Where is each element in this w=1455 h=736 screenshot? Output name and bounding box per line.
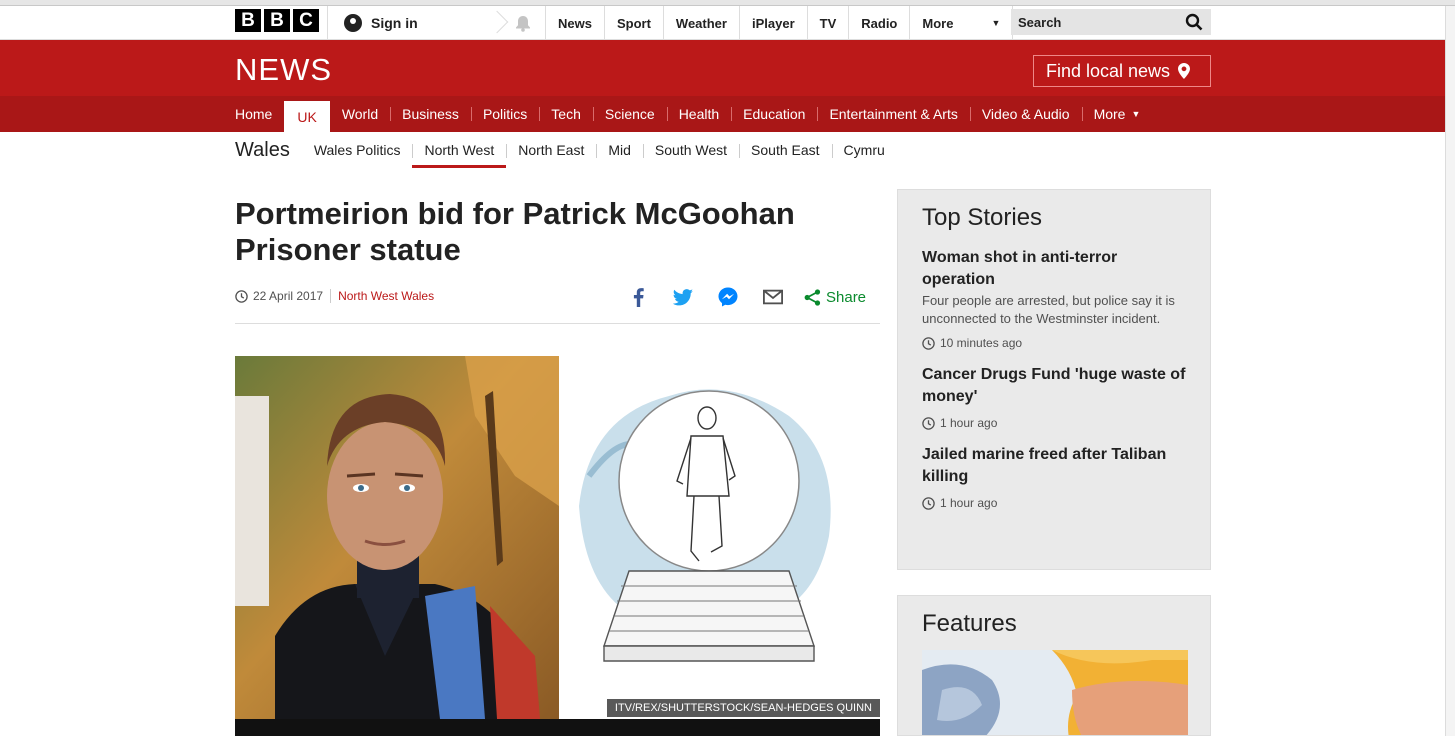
- top-stories-title: Top Stories: [922, 204, 1043, 231]
- nav-education[interactable]: Education: [731, 96, 817, 132]
- clock-icon: [235, 289, 248, 303]
- find-local-news-label: Find local news: [1046, 60, 1171, 81]
- nav-tech[interactable]: Tech: [539, 96, 593, 132]
- twitter-icon: [673, 288, 693, 305]
- share-tools: Share: [628, 286, 866, 308]
- subnav-north-east[interactable]: North East: [506, 132, 596, 168]
- image-credit: ITV/REX/SHUTTERSTOCK/SEAN-HEDGES QUINN: [606, 699, 880, 717]
- nav-business[interactable]: Business: [390, 96, 471, 132]
- search-placeholder: Search: [1018, 14, 1062, 30]
- nav-more[interactable]: More ▼: [1081, 96, 1153, 132]
- browser-scrollbar[interactable]: [1445, 6, 1455, 736]
- top-story-item[interactable]: Cancer Drugs Fund 'huge waste of money' …: [922, 364, 1186, 430]
- email-share-button[interactable]: [763, 287, 783, 307]
- caret-down-icon: ▼: [1131, 109, 1141, 119]
- global-nav-more-label: More: [922, 15, 954, 31]
- facebook-share-button[interactable]: [628, 287, 648, 307]
- story-summary: Four people are arrested, but police say…: [922, 293, 1175, 326]
- search-input[interactable]: Search: [1011, 9, 1211, 35]
- meta-rule: [235, 323, 880, 324]
- nav-health[interactable]: Health: [666, 96, 731, 132]
- story-timestamp: 10 minutes ago: [922, 336, 1186, 350]
- messenger-icon: [718, 287, 738, 307]
- section-title[interactable]: Wales: [235, 139, 290, 162]
- subnav-north-west[interactable]: North West: [412, 132, 506, 168]
- nav-more-label: More: [1093, 106, 1126, 122]
- story-time: 1 hour ago: [940, 416, 998, 430]
- bbc-logo[interactable]: B B C: [235, 9, 319, 32]
- global-nav-news[interactable]: News: [545, 6, 604, 40]
- nav-home[interactable]: Home: [235, 96, 284, 132]
- global-nav-tv[interactable]: TV: [806, 6, 849, 40]
- global-bar: B B C Sign in News Sport Weather iPlayer…: [0, 6, 1445, 40]
- subnav-cymru[interactable]: Cymru: [831, 132, 897, 168]
- sign-in-button[interactable]: Sign in: [327, 6, 509, 40]
- story-time: 10 minutes ago: [940, 336, 1023, 350]
- meta-divider: [330, 289, 332, 303]
- bbc-logo-letter: B: [235, 9, 261, 32]
- caret-down-icon: ▼: [991, 18, 1001, 28]
- search-icon[interactable]: [1185, 13, 1203, 31]
- share-icon: [804, 288, 821, 306]
- mcgoohan-photo: [235, 356, 559, 719]
- primary-nav: Home UK World Business Politics Tech Sci…: [0, 96, 1445, 132]
- nav-politics[interactable]: Politics: [470, 96, 539, 132]
- story-timestamp: 1 hour ago: [922, 416, 1186, 430]
- article-meta: 22 April 2017 North West Wales: [235, 289, 434, 303]
- subnav-south-east[interactable]: South East: [739, 132, 832, 168]
- bbc-logo-letter: C: [293, 9, 319, 32]
- story-time: 1 hour ago: [940, 496, 998, 510]
- news-masthead: NEWS Find local news: [0, 40, 1445, 96]
- article-headline: Portmeirion bid for Patrick McGoohan Pri…: [235, 196, 795, 267]
- news-logo[interactable]: NEWS: [235, 52, 332, 88]
- email-icon: [763, 289, 783, 305]
- global-nav-sport[interactable]: Sport: [603, 6, 663, 40]
- notifications-button[interactable]: [500, 6, 545, 40]
- feature-thumbnail[interactable]: [922, 650, 1188, 735]
- global-nav-weather[interactable]: Weather: [662, 6, 739, 40]
- statue-sketch: [559, 356, 880, 719]
- story-title[interactable]: Cancer Drugs Fund 'huge waste of money': [922, 364, 1186, 408]
- global-nav-iplayer[interactable]: iPlayer: [738, 6, 807, 40]
- avatar-icon: [344, 14, 362, 32]
- story-title[interactable]: Jailed marine freed after Taliban killin…: [922, 444, 1186, 488]
- top-story-item[interactable]: Jailed marine freed after Taliban killin…: [922, 444, 1186, 510]
- subnav-south-west[interactable]: South West: [642, 132, 739, 168]
- article-hero-image[interactable]: ITV/REX/SHUTTERSTOCK/SEAN-HEDGES QUINN: [235, 356, 880, 736]
- nav-entertainment-arts[interactable]: Entertainment & Arts: [817, 96, 969, 132]
- sign-in-label: Sign in: [371, 15, 418, 31]
- messenger-share-button[interactable]: [718, 287, 738, 307]
- nav-uk[interactable]: UK: [284, 101, 330, 132]
- clock-icon: [922, 496, 935, 510]
- top-story-item[interactable]: Woman shot in anti-terror operation Four…: [922, 247, 1186, 350]
- share-label: Share: [826, 288, 867, 306]
- top-stories-panel: Top Stories Woman shot in anti-terror op…: [897, 189, 1211, 570]
- subnav-mid[interactable]: Mid: [596, 132, 643, 168]
- global-nav-radio[interactable]: Radio: [848, 6, 909, 40]
- article-date: 22 April 2017: [253, 289, 324, 303]
- share-button[interactable]: Share: [804, 289, 866, 306]
- nav-science[interactable]: Science: [592, 96, 667, 132]
- story-title[interactable]: Woman shot in anti-terror operation: [922, 247, 1186, 291]
- secondary-nav: Wales Wales Politics North West North Ea…: [235, 132, 897, 168]
- find-local-news-button[interactable]: Find local news: [1033, 55, 1211, 87]
- clock-icon: [922, 416, 935, 430]
- facebook-icon: [633, 287, 644, 307]
- article-section-link[interactable]: North West Wales: [338, 289, 434, 303]
- nav-video-audio[interactable]: Video & Audio: [969, 96, 1082, 132]
- global-nav-more[interactable]: More ▼: [909, 6, 1014, 40]
- nav-world[interactable]: World: [330, 96, 390, 132]
- map-pin-icon: [1178, 63, 1191, 79]
- subnav-wales-politics[interactable]: Wales Politics: [302, 132, 413, 168]
- bbc-logo-letter: B: [264, 9, 290, 32]
- global-nav: News Sport Weather iPlayer TV Radio More…: [545, 6, 1014, 40]
- bell-icon: [515, 15, 530, 32]
- clock-icon: [922, 336, 935, 350]
- twitter-share-button[interactable]: [673, 287, 693, 307]
- story-timestamp: 1 hour ago: [922, 496, 1186, 510]
- features-panel: Features: [897, 595, 1211, 736]
- image-bottom-bar: [235, 719, 880, 736]
- features-title: Features: [922, 610, 1017, 637]
